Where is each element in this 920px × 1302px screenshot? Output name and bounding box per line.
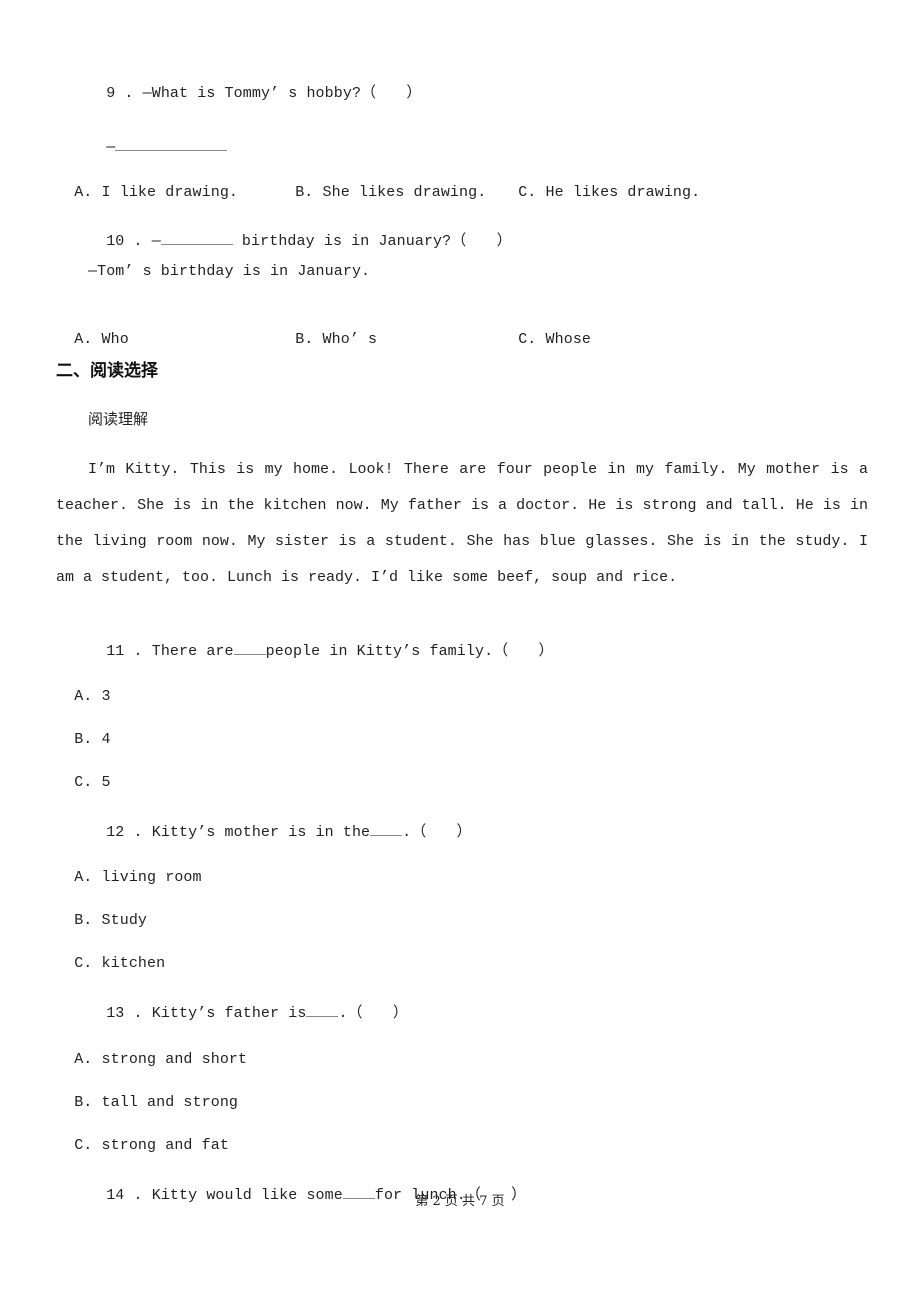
section-title: 二、阅读选择 xyxy=(56,361,158,381)
option-letter: A. xyxy=(74,869,93,886)
section-subtitle: 阅读理解 xyxy=(88,410,149,428)
option-text: She likes drawing. xyxy=(322,184,487,201)
dash: — xyxy=(106,139,116,156)
option-letter: A. xyxy=(74,688,93,705)
question-9-answer-line: — xyxy=(88,116,228,158)
option-b[interactable]: B. She likes drawing. xyxy=(277,163,486,203)
question-number: 12 xyxy=(106,824,125,841)
option-text: 3 xyxy=(101,688,111,705)
question-number: 9 xyxy=(106,85,116,102)
question-sep: . xyxy=(124,233,152,250)
option-a[interactable]: A. I like drawing. xyxy=(56,163,238,203)
answer-blank[interactable] xyxy=(370,821,403,836)
page-number: 第 2 页 共 7 页 xyxy=(415,1194,505,1209)
option-a[interactable]: A. strong and short xyxy=(56,1030,247,1070)
option-b[interactable]: B. 4 xyxy=(56,710,111,750)
option-c[interactable]: C. strong and fat xyxy=(56,1116,229,1156)
question-prompt-before: Kitty’s mother is in the xyxy=(151,824,371,841)
answer-blank[interactable] xyxy=(233,640,266,655)
option-letter: C. xyxy=(74,1137,93,1154)
question-sep: . xyxy=(115,85,143,102)
answer-blank[interactable] xyxy=(306,1002,339,1017)
option-text: 5 xyxy=(101,774,111,791)
option-text: tall and strong xyxy=(101,1094,239,1111)
option-a[interactable]: A. 3 xyxy=(56,667,111,707)
question-number: 11 xyxy=(106,643,125,660)
option-c[interactable]: C. 5 xyxy=(56,753,111,793)
question-10: 10 . — birthday is in January?（ ） xyxy=(88,210,512,252)
answer-blank[interactable] xyxy=(115,136,228,151)
option-letter: C. xyxy=(74,774,93,791)
option-letter: A. xyxy=(74,184,93,201)
option-letter: B. xyxy=(74,912,93,929)
option-b[interactable]: B. Study xyxy=(56,891,147,931)
option-text: Who’ s xyxy=(322,331,378,348)
question-prompt: birthday is in January?（ ） xyxy=(232,233,512,250)
option-b[interactable]: B. Who’ s xyxy=(277,310,377,350)
option-text: He likes drawing. xyxy=(545,184,701,201)
option-letter: B. xyxy=(295,184,314,201)
option-text: Who xyxy=(101,331,129,348)
option-text: Study xyxy=(101,912,148,929)
dash: — xyxy=(151,233,161,250)
question-prompt-after: people in Kitty’s family.（ ） xyxy=(265,643,554,660)
reading-passage: I’m Kitty. This is my home. Look! There … xyxy=(56,461,868,586)
option-c[interactable]: C. kitchen xyxy=(56,934,165,974)
option-letter: B. xyxy=(295,331,314,348)
option-a[interactable]: A. Who xyxy=(56,310,129,350)
option-text: 4 xyxy=(101,731,111,748)
question-10-reply: —Tom’ s birthday is in January. xyxy=(88,263,371,280)
question-prompt-before: Kitty’s father is xyxy=(151,1005,307,1022)
question-number: 13 xyxy=(106,1005,125,1022)
option-c[interactable]: C. He likes drawing. xyxy=(500,163,700,203)
question-sep: . xyxy=(124,824,152,841)
question-12: 12 . Kitty’s mother is in the .（ ） xyxy=(88,801,472,843)
option-letter: B. xyxy=(74,731,93,748)
question-number: 10 xyxy=(106,233,125,250)
option-letter: C. xyxy=(518,331,537,348)
option-letter: A. xyxy=(74,331,93,348)
option-text: kitchen xyxy=(101,955,166,972)
option-letter: C. xyxy=(74,955,93,972)
question-11: 11 . There are people in Kitty’s family.（… xyxy=(88,620,554,662)
question-sep: . xyxy=(124,643,152,660)
question-prompt: —What is Tommy’ s hobby?（ ） xyxy=(142,85,422,102)
question-prompt-after: .（ ） xyxy=(402,824,472,841)
question-13: 13 . Kitty’s father is .（ ） xyxy=(88,982,408,1024)
option-c[interactable]: C. Whose xyxy=(500,310,591,350)
question-sep: . xyxy=(124,1005,152,1022)
option-b[interactable]: B. tall and strong xyxy=(56,1073,238,1113)
option-a[interactable]: A. living room xyxy=(56,848,202,888)
option-text: living room xyxy=(101,869,202,886)
option-text: Whose xyxy=(545,331,592,348)
question-prompt-before: There are xyxy=(151,643,234,660)
option-letter: B. xyxy=(74,1094,93,1111)
option-text: strong and fat xyxy=(101,1137,229,1154)
question-prompt-after: .（ ） xyxy=(338,1005,408,1022)
option-letter: A. xyxy=(74,1051,93,1068)
option-letter: C. xyxy=(518,184,537,201)
answer-blank[interactable] xyxy=(160,230,233,245)
option-text: I like drawing. xyxy=(101,184,239,201)
option-text: strong and short xyxy=(101,1051,248,1068)
question-9: 9 . —What is Tommy’ s hobby?（ ） xyxy=(88,64,421,104)
